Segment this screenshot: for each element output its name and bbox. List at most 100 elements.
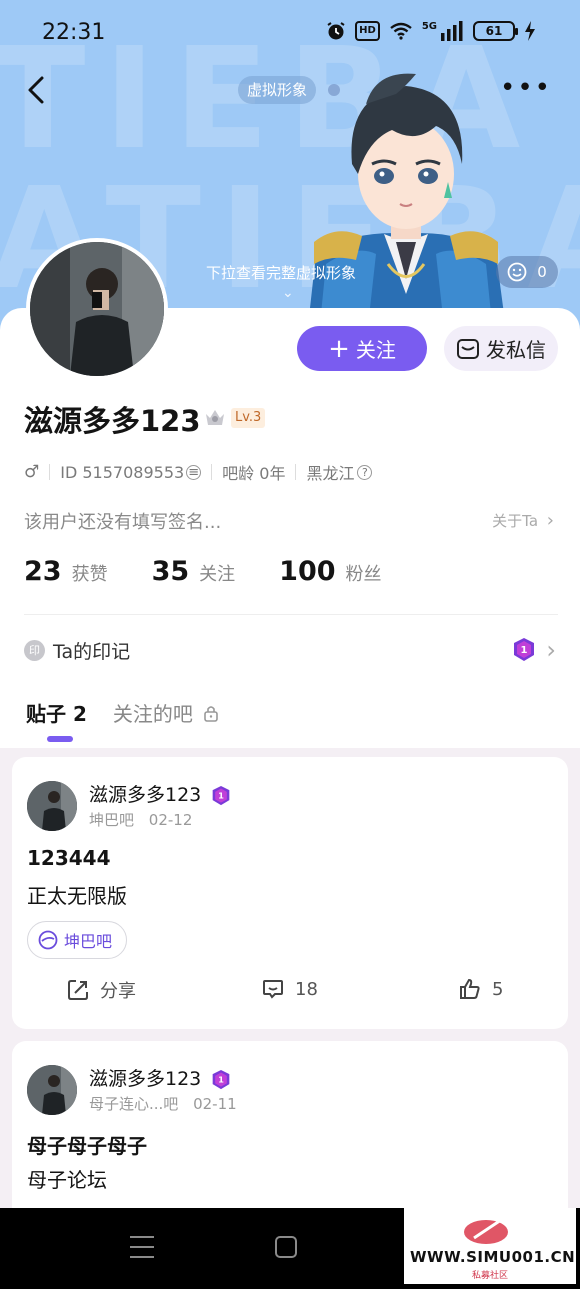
svg-text:1: 1 [218,1074,224,1084]
avatar-photo [30,242,164,376]
male-icon: ♂ [24,462,40,482]
chevron-right-icon: › [546,636,556,664]
watermark: WWW.SIMU001.CN 私募社区 [404,1208,576,1284]
copy-id-icon[interactable]: ≡ [186,464,202,480]
post-date: 02-11 [193,1095,237,1113]
post-actions: 分享 18 5 [12,977,568,1007]
post-date: 02-12 [148,811,193,829]
active-tab-indicator [47,736,73,742]
post-author-name[interactable]: 滋源多多123 1 [89,1064,231,1091]
profile-tabs: 贴子 2 关注的吧 [26,698,219,727]
profile-stats: 23 获赞 35 关注 100 粉丝 [24,556,426,587]
status-time: 22:31 [42,20,106,45]
share-button[interactable]: 分享 [66,977,136,1003]
follow-button[interactable]: + 关注 [297,326,427,371]
author-photo [27,781,77,831]
stat-number: 23 [24,556,62,587]
share-label: 分享 [100,981,136,1002]
emoji-count: 0 [537,263,547,281]
author-photo [27,1065,77,1115]
signal-icon [441,21,463,41]
plus-icon: + [328,333,350,364]
home-button[interactable] [275,1236,297,1258]
post-title: 母子母子母子 [27,1134,147,1158]
stat-label: 粉丝 [345,564,382,585]
virtual-avatar-character[interactable] [296,64,516,340]
tab-followed-bars-label: 关注的吧 [112,702,193,726]
recent-apps-button[interactable] [130,1236,154,1258]
hd-icon: HD [355,21,380,41]
charging-icon [525,21,535,41]
alarm-icon [327,22,345,40]
comment-icon [263,980,283,999]
tab-followed-bars[interactable]: 关注的吧 [113,698,219,727]
stat-following[interactable]: 35 关注 [152,556,236,587]
back-icon[interactable] [22,72,54,108]
like-button[interactable]: 5 [458,977,503,1001]
post-meta: 坤巴吧 02-12 [89,809,192,830]
post-body: 正太无限版 [27,884,127,908]
watermark-subtitle: 私募社区 [471,1271,508,1281]
forum-chip-label: 坤巴吧 [64,932,113,951]
post-author-avatar[interactable] [27,781,77,831]
stat-label: 关注 [199,564,236,585]
forum-chip[interactable]: 坤巴吧 [27,921,128,959]
post-body: 母子论坛 [27,1168,107,1192]
share-icon [68,980,88,1000]
level-badge[interactable]: Lv.3 [231,408,266,428]
user-id: ID 5157089553 [60,462,185,482]
more-options-icon[interactable]: ••• [500,75,552,101]
emoji-reaction-button[interactable]: 0 [496,256,558,288]
watermark-logo [464,1214,510,1244]
profile-signature: 该用户还没有填写签名... [24,512,222,533]
pull-down-hint: 下拉查看完整虚拟形象 [206,264,357,282]
crown-badge-icon[interactable] [204,406,226,428]
svg-text:1: 1 [521,645,528,656]
stat-followers[interactable]: 100 粉丝 [279,556,381,587]
divider [24,614,558,615]
lock-icon [204,705,218,722]
tab-posts[interactable]: 贴子 2 [26,698,87,727]
stat-label: 获赞 [71,564,108,585]
status-icons: HD 5G 61 [326,21,536,41]
post-forum[interactable]: 坤巴吧 [89,811,134,829]
imprint-row[interactable]: 印 Ta的印记 1 › [24,636,556,664]
bar-age: 吧龄 0年 [222,464,286,483]
comment-count: 18 [295,978,318,1000]
imprint-label: Ta的印记 [53,640,131,663]
post-author-label: 滋源多多123 [89,1068,202,1090]
network-type: 5G [421,21,437,32]
about-link[interactable]: 关于Ta › [492,510,554,531]
location: 黑龙江 [306,464,355,483]
post-author-avatar[interactable] [27,1065,77,1115]
chevron-right-icon: › [546,510,554,531]
post-author-label: 滋源多多123 [89,784,202,806]
envelope-icon [457,338,479,359]
post-meta: 母子连心...吧 02-11 [89,1093,237,1114]
like-count: 5 [492,978,504,1000]
post-title: 123444 [27,846,111,870]
send-message-button[interactable]: 发私信 [444,326,558,371]
wifi-icon [390,22,412,40]
medal-badge-icon: 1 [212,785,230,805]
help-icon[interactable]: ? [357,464,373,480]
smile-icon [507,262,527,282]
post-card[interactable]: 滋源多多123 1 坤巴吧 02-12 123444 正太无限版 坤巴吧 分享 [12,757,568,1029]
about-link-label: 关于Ta [492,512,539,530]
profile-username: 滋源多多123 [24,404,201,438]
forum-icon [38,930,58,950]
follow-button-label: 关注 [355,338,396,362]
post-author-name[interactable]: 滋源多多123 1 [89,780,231,807]
svg-text:1: 1 [218,790,224,800]
virtual-avatar-tag[interactable]: 虚拟形象 [238,76,317,104]
stat-number: 35 [151,556,190,587]
comment-button[interactable]: 18 [261,977,318,1001]
status-bar: 22:31 HD 5G 61 [0,0,580,66]
send-message-label: 发私信 [486,338,546,362]
post-forum[interactable]: 母子连心...吧 [89,1095,178,1113]
avatar[interactable] [26,238,168,380]
double-chevron-down-icon: ⌄ [282,285,294,301]
profile-meta-row: ♂ ID 5157089553 ≡ 吧龄 0年 黑龙江 ? [24,460,373,484]
stat-likes[interactable]: 23 获赞 [24,556,108,587]
thumbs-up-icon [460,978,480,999]
